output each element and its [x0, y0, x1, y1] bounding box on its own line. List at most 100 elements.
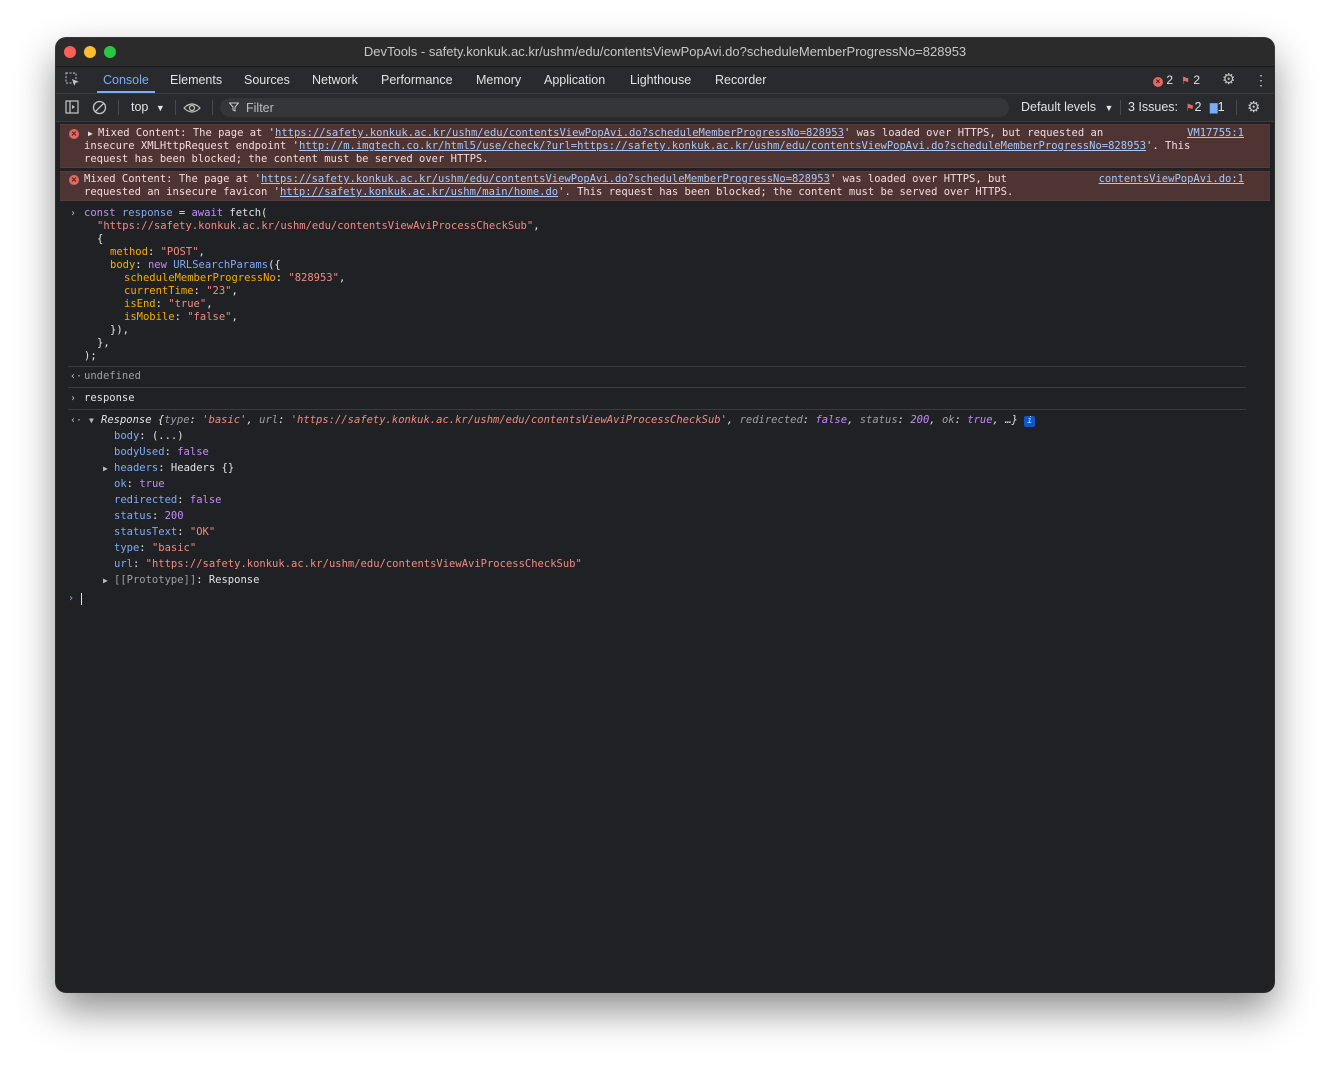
code-line: );	[84, 350, 97, 362]
toolbar-divider	[175, 100, 176, 115]
property-row: ok: true	[114, 478, 165, 490]
error-source-link[interactable]: VM17755:1	[1187, 127, 1244, 140]
clear-console-icon[interactable]	[92, 94, 107, 124]
property-row: url: "https://safety.konkuk.ac.kr/ushm/e…	[114, 558, 582, 570]
error-line-1: Mixed Content: The page at 'https://safe…	[84, 173, 1007, 185]
tab-memory[interactable]: Memory	[476, 67, 521, 93]
issues-info-count: 1	[1217, 100, 1225, 114]
info-icon[interactable]: i	[1024, 416, 1036, 427]
title-bar: DevTools - safety.konkuk.ac.kr/ushm/edu/…	[56, 38, 1274, 67]
toolbar-divider	[1120, 100, 1121, 115]
input-prompt-chevron-icon: ›	[70, 393, 77, 404]
error-count-badge[interactable]: × 2	[1153, 67, 1173, 93]
inspect-element-icon[interactable]	[65, 67, 80, 96]
entry-divider	[68, 387, 1246, 388]
result-return-icon: ‹·	[70, 371, 83, 382]
property-row: body: (...)	[114, 430, 184, 442]
error-page-link[interactable]: https://safety.konkuk.ac.kr/ushm/edu/con…	[261, 173, 830, 185]
issues-error-count: 2	[1194, 100, 1202, 114]
issues-label: 3 Issues:	[1128, 100, 1179, 114]
console-error-message: × ▶ Mixed Content: The page at 'https://…	[60, 124, 1270, 168]
result-return-icon: ‹·	[70, 415, 83, 426]
tab-elements[interactable]: Elements	[170, 67, 222, 93]
code-line: }),	[110, 324, 129, 336]
code-line: },	[97, 337, 110, 349]
warning-count: 2	[1193, 73, 1200, 87]
tab-lighthouse[interactable]: Lighthouse	[630, 67, 691, 93]
log-levels-label: Default levels	[1021, 100, 1097, 114]
response-summary[interactable]: Response {type: 'basic', url: 'https://s…	[101, 414, 1036, 427]
tab-application[interactable]: Application	[544, 67, 605, 93]
property-row: redirected: false	[114, 494, 222, 506]
dropdown-arrow-icon: ▼	[155, 103, 165, 113]
code-line: body: new URLSearchParams({	[110, 259, 281, 271]
window-title: DevTools - safety.konkuk.ac.kr/ushm/edu/…	[363, 44, 967, 59]
property-row: bodyUsed: false	[114, 446, 209, 458]
code-line: method: "POST",	[110, 246, 205, 258]
tab-sources[interactable]: Sources	[244, 67, 290, 93]
toolbar-divider	[118, 100, 119, 115]
collapse-triangle-icon[interactable]: ▼	[89, 414, 94, 427]
error-icon: ×	[1153, 77, 1163, 87]
issue-flag-icon: ⚑	[1181, 76, 1190, 87]
panel-tab-bar: Console Elements Sources Network Perform…	[56, 67, 1274, 94]
error-icon: ×	[69, 129, 79, 139]
error-line-2: insecure XMLHttpRequest endpoint 'http:/…	[84, 140, 1191, 152]
context-label: top	[131, 100, 149, 114]
context-selector[interactable]: top ▼	[131, 94, 165, 121]
code-line: const response = await fetch(	[84, 207, 268, 219]
expand-triangle-icon[interactable]: ▶	[103, 574, 108, 587]
code-line: {	[97, 233, 104, 245]
code-line: currentTime: "23",	[124, 285, 238, 297]
expand-triangle-icon[interactable]: ▶	[88, 127, 93, 140]
console-error-message: × Mixed Content: The page at 'https://sa…	[60, 171, 1270, 201]
console-toolbar: top ▼ Default levels ▼ 3 Issues: ⚑2 ▇1 ⚙	[56, 94, 1274, 122]
input-prompt-chevron-icon: ›	[70, 208, 77, 219]
property-row: status: 200	[114, 510, 184, 522]
code-line: "https://safety.konkuk.ac.kr/ushm/edu/co…	[97, 220, 540, 232]
error-favicon-link[interactable]: http://safety.konkuk.ac.kr/ushm/main/hom…	[280, 186, 558, 198]
issue-info-icon: ▇	[1209, 103, 1218, 114]
toolbar-divider	[1236, 100, 1237, 115]
error-page-link[interactable]: https://safety.konkuk.ac.kr/ushm/edu/con…	[275, 127, 844, 139]
tab-recorder[interactable]: Recorder	[715, 67, 766, 93]
issues-counter[interactable]: 3 Issues: ⚑2 ▇1	[1128, 94, 1225, 121]
code-line: scheduleMemberProgressNo: "828953",	[124, 272, 346, 284]
filter-funnel-icon	[228, 98, 240, 119]
entry-divider	[68, 366, 1246, 367]
property-row: statusText: "OK"	[114, 526, 216, 538]
expand-triangle-icon[interactable]: ▶	[103, 462, 108, 475]
input-response: response	[84, 392, 135, 404]
property-row: type: "basic"	[114, 542, 197, 554]
console-prompt-input[interactable]	[81, 593, 82, 605]
console-settings-gear-icon[interactable]: ⚙	[1247, 94, 1260, 121]
error-line-2: requested an insecure favicon 'http://sa…	[84, 186, 1014, 198]
show-sidebar-icon[interactable]	[65, 94, 79, 123]
live-expression-eye-icon[interactable]	[183, 94, 201, 123]
error-endpoint-link[interactable]: http://m.imgtech.co.kr/html5/use/check/?…	[299, 140, 1146, 152]
tab-network[interactable]: Network	[312, 67, 358, 93]
dropdown-arrow-icon: ▼	[1104, 103, 1114, 113]
toolbar-divider	[212, 100, 213, 115]
console-output[interactable]: × ▶ Mixed Content: The page at 'https://…	[56, 122, 1274, 992]
tab-console[interactable]: Console	[97, 67, 155, 93]
filter-input[interactable]	[246, 98, 986, 117]
error-source-link[interactable]: contentsViewPopAvi.do:1	[1099, 173, 1244, 186]
console-prompt-chevron-icon: ›	[68, 593, 75, 604]
log-levels-dropdown[interactable]: Default levels ▼	[1021, 94, 1113, 121]
error-line-3: request has been blocked; the content mu…	[84, 153, 489, 165]
error-count: 2	[1166, 73, 1174, 87]
settings-gear-icon[interactable]: ⚙	[1222, 67, 1235, 93]
property-row[interactable]: headers: Headers {}	[114, 462, 234, 475]
more-options-icon[interactable]: ⋮	[1254, 67, 1268, 93]
warning-count-badge[interactable]: ⚑ 2	[1181, 67, 1200, 95]
property-row[interactable]: [[Prototype]]: Response	[114, 574, 259, 587]
error-line-1: Mixed Content: The page at 'https://safe…	[98, 127, 1104, 139]
tab-performance[interactable]: Performance	[381, 67, 453, 93]
result-undefined: undefined	[84, 370, 141, 382]
filter-box	[220, 98, 1009, 117]
error-icon: ×	[69, 175, 79, 185]
devtools-window: DevTools - safety.konkuk.ac.kr/ushm/edu/…	[56, 38, 1274, 992]
code-line: isMobile: "false",	[124, 311, 238, 323]
entry-divider	[68, 409, 1246, 410]
